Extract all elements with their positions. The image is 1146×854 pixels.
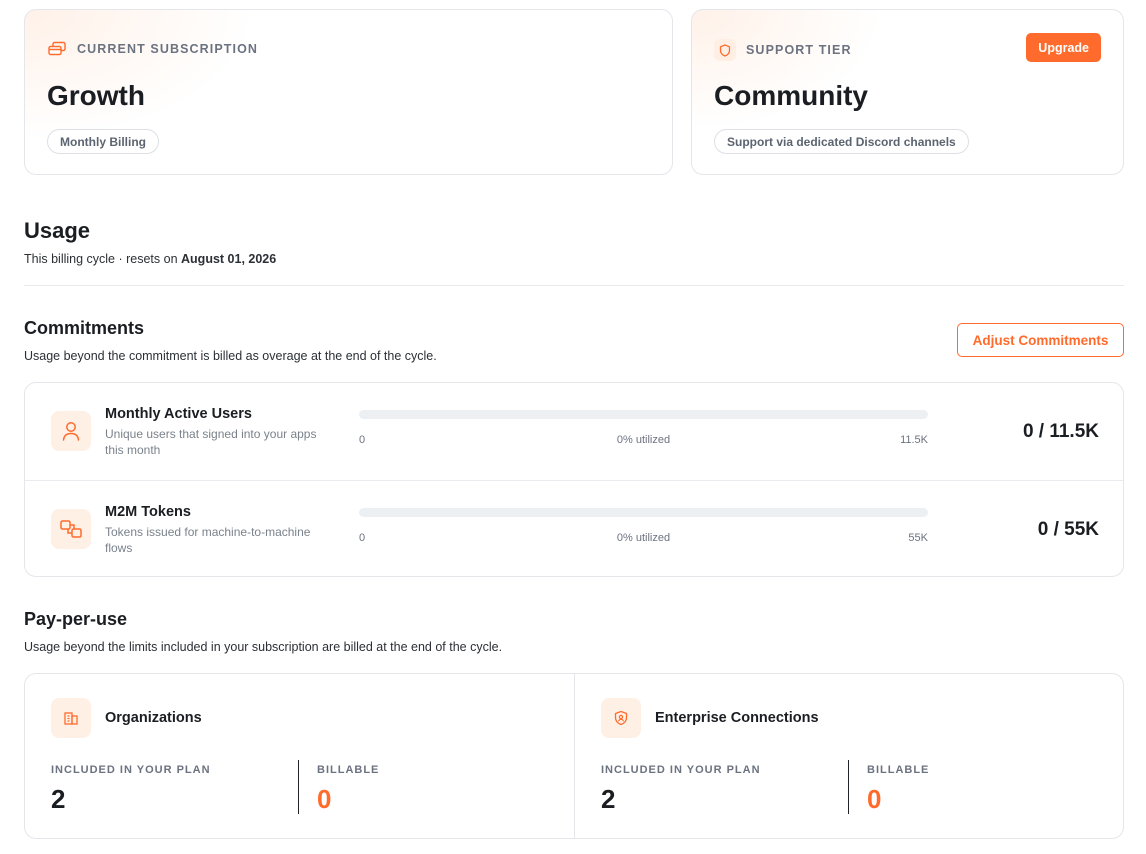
support-label: SUPPORT TIER (746, 43, 852, 57)
building-icon (51, 698, 91, 738)
billable-value: 0 (317, 784, 332, 814)
included-value: 2 (601, 784, 616, 814)
commitment-row-m2m: M2M Tokens Tokens issued for machine-to-… (25, 480, 1123, 576)
card-stack-icon (47, 39, 67, 59)
commitments-title: Commitments (24, 318, 145, 338)
usage-reset-date: August 01, 2026 (181, 252, 277, 266)
commitments-card: Monthly Active Users Unique users that s… (24, 382, 1124, 577)
included-label: INCLUDED IN YOUR PLAN (601, 764, 761, 776)
user-icon (51, 411, 91, 451)
payperuse-item-enterprise-connections: Enterprise Connections INCLUDED IN YOUR … (574, 674, 1123, 838)
payperuse-item-organizations: Organizations INCLUDED IN YOUR PLAN 2 BI… (25, 674, 574, 838)
billable-label: BILLABLE (317, 764, 380, 776)
commitment-description: Tokens issued for machine-to-machine flo… (105, 525, 311, 555)
shield-user-icon (601, 698, 641, 738)
bar-max-label: 11.5K (900, 434, 928, 446)
subscription-label: CURRENT SUBSCRIPTION (77, 42, 259, 56)
included-value: 2 (51, 784, 66, 814)
support-header: SUPPORT TIER (714, 39, 852, 61)
billable-value: 0 (867, 784, 882, 814)
plan-name: Growth (47, 80, 145, 111)
payperuse-item-title: Organizations (105, 710, 202, 726)
payperuse-title: Pay-per-use (24, 609, 128, 629)
bar-max-label: 55K (908, 532, 928, 544)
payperuse-card: Organizations INCLUDED IN YOUR PLAN 2 BI… (24, 673, 1124, 839)
commitment-title: Monthly Active Users (105, 406, 252, 422)
payperuse-item-title: Enterprise Connections (655, 710, 819, 726)
commitment-title: M2M Tokens (105, 504, 191, 520)
commitment-description: Unique users that signed into your apps … (105, 427, 317, 457)
usage-cycle-text: This billing cycle · resets on August 01… (24, 252, 276, 266)
commitments-subtitle: Usage beyond the commitment is billed as… (24, 349, 437, 363)
billing-badge: Monthly Billing (47, 129, 159, 154)
subscription-header: CURRENT SUBSCRIPTION (47, 39, 258, 59)
support-tier-name: Community (714, 80, 868, 111)
usage-divider (24, 285, 1124, 286)
stat-divider (298, 760, 299, 814)
usage-progress-bar (359, 508, 928, 517)
included-label: INCLUDED IN YOUR PLAN (51, 764, 211, 776)
current-subscription-card: CURRENT SUBSCRIPTION Growth Monthly Bill… (24, 9, 673, 175)
support-tier-card: SUPPORT TIER Upgrade Community Support v… (691, 9, 1124, 175)
usage-title: Usage (24, 218, 91, 243)
linked-squares-icon (51, 509, 91, 549)
stat-divider (848, 760, 849, 814)
billable-label: BILLABLE (867, 764, 930, 776)
payperuse-subtitle: Usage beyond the limits included in your… (24, 640, 503, 654)
adjust-commitments-button[interactable]: Adjust Commitments (957, 323, 1124, 357)
upgrade-button[interactable]: Upgrade (1026, 33, 1101, 62)
usage-progress-bar (359, 410, 928, 419)
support-description-badge: Support via dedicated Discord channels (714, 129, 969, 154)
commitment-row-mau: Monthly Active Users Unique users that s… (25, 383, 1123, 480)
commitment-value: 0 / 11.5K (1022, 421, 1099, 442)
shield-icon (714, 39, 736, 61)
commitment-value: 0 / 55K (1037, 519, 1099, 540)
usage-cycle-prefix: This billing cycle · resets on (24, 252, 182, 266)
